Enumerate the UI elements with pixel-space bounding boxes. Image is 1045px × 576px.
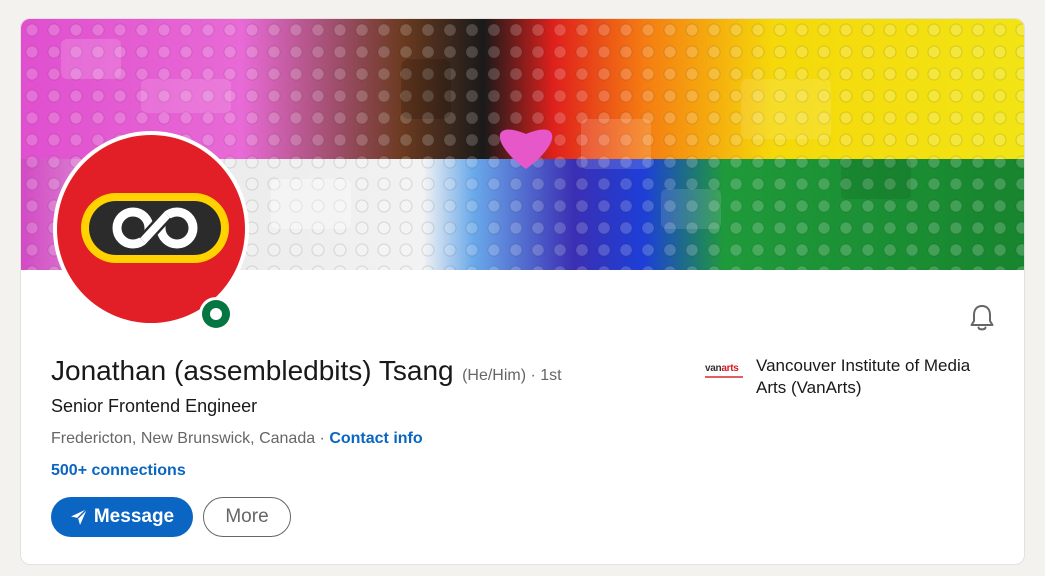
bell-icon[interactable] [965,301,999,335]
logo-text-b: arts [721,363,739,374]
education-entry[interactable]: vanarts Vancouver Institute of Media Art… [705,355,1005,399]
message-button-label: Message [93,506,175,527]
more-button-label: More [225,506,269,527]
location: Fredericton, New Brunswick, Canada [51,430,316,447]
connection-degree: · 1st [526,367,562,384]
profile-card: Jonathan (assembledbits) Tsang (He/Him) … [20,18,1025,565]
contact-info-link[interactable]: Contact info [329,430,422,447]
profile-headline: Senior Frontend Engineer [51,396,258,416]
infinity-logo-avatar [81,193,229,263]
send-icon [70,508,88,526]
connections-link[interactable]: 500+ connections [51,462,186,480]
location-separator: · [315,430,330,447]
pronouns: (He/Him) [462,367,527,384]
location-row: Fredericton, New Brunswick, Canada · Con… [51,430,423,448]
profile-name: Jonathan (assembledbits) Tsang [51,355,454,386]
online-status-dot [199,297,233,331]
logo-text-a: van [705,363,722,374]
education-name: Vancouver Institute of Media Arts (VanAr… [756,356,971,397]
more-button[interactable]: More [203,497,291,537]
message-button[interactable]: Message [51,497,193,537]
vanarts-logo: vanarts [705,355,745,387]
profile-name-row: Jonathan (assembledbits) Tsang (He/Him) … [51,355,562,387]
